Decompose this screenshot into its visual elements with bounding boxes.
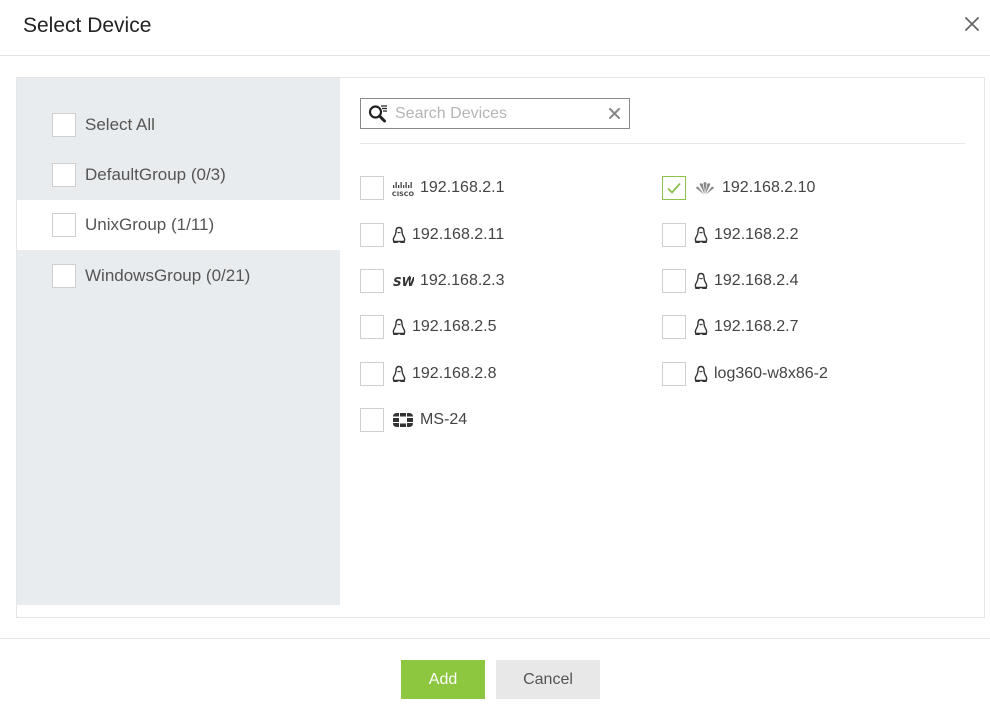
device-item-192-168-2-3[interactable]: SW 192.168.2.3: [360, 268, 505, 294]
device-checkbox[interactable]: [662, 176, 686, 200]
cisco-icon: CISCO: [392, 177, 414, 199]
group-list: Select All DefaultGroup (0/3) UnixGroup …: [17, 78, 340, 605]
device-checkbox[interactable]: [662, 362, 686, 386]
device-label: 192.168.2.8: [412, 365, 497, 382]
linux-icon: [392, 363, 406, 385]
group-item-defaultgroup[interactable]: DefaultGroup (0/3): [17, 150, 340, 200]
device-panel: CISCO 192.168.2.1: [340, 78, 985, 617]
svg-text:CISCO: CISCO: [392, 190, 414, 197]
device-label: 192.168.2.4: [714, 272, 799, 289]
device-label: 192.168.2.11: [412, 226, 505, 243]
group-item-unixgroup[interactable]: UnixGroup (1/11): [17, 200, 340, 250]
device-checkbox[interactable]: [360, 223, 384, 247]
close-button[interactable]: [962, 14, 982, 34]
device-label: 192.168.2.1: [420, 179, 505, 196]
device-item-192-168-2-7[interactable]: 192.168.2.7: [662, 314, 799, 340]
svg-text:SW: SW: [393, 275, 414, 289]
device-item-192-168-2-10[interactable]: 192.168.2.10: [662, 175, 815, 201]
device-item-192-168-2-1[interactable]: CISCO 192.168.2.1: [360, 175, 505, 201]
device-item-log360-w8x86-2[interactable]: log360-w8x86-2: [662, 361, 828, 387]
dialog-header: Select Device: [0, 0, 990, 56]
group-label: WindowsGroup (0/21): [85, 266, 251, 285]
device-item-ms-24[interactable]: MS-24: [360, 407, 467, 433]
dialog-body: Select All DefaultGroup (0/3) UnixGroup …: [16, 77, 985, 618]
linux-icon: [392, 316, 406, 338]
device-item-192-168-2-5[interactable]: 192.168.2.5: [360, 314, 497, 340]
device-item-192-168-2-8[interactable]: 192.168.2.8: [360, 361, 497, 387]
device-label: 192.168.2.7: [714, 318, 799, 335]
device-checkbox[interactable]: [360, 269, 384, 293]
close-icon: [965, 17, 979, 31]
device-checkbox[interactable]: [662, 223, 686, 247]
device-label: 192.168.2.10: [722, 179, 816, 196]
select-all-checkbox[interactable]: [52, 113, 76, 137]
group-checkbox[interactable]: [52, 264, 76, 288]
device-label: 192.168.2.3: [420, 272, 505, 289]
search-icon: [368, 104, 387, 122]
linux-icon: [694, 224, 708, 246]
dialog-title: Select Device: [23, 14, 152, 37]
group-label: DefaultGroup (0/3): [85, 165, 226, 184]
checkmark-icon: [667, 182, 681, 194]
linux-icon: [694, 363, 708, 385]
group-checkbox[interactable]: [52, 163, 76, 187]
group-label: Select All: [85, 115, 155, 134]
search-divider: [360, 143, 965, 144]
clear-search-icon[interactable]: [608, 107, 621, 120]
group-item-select-all[interactable]: Select All: [17, 100, 340, 150]
device-checkbox[interactable]: [360, 408, 384, 432]
device-label: log360-w8x86-2: [714, 365, 828, 382]
device-label: MS-24: [420, 411, 468, 428]
device-item-192-168-2-4[interactable]: 192.168.2.4: [662, 268, 799, 294]
device-item-192-168-2-2[interactable]: 192.168.2.2: [662, 222, 799, 248]
fortinet-icon: [392, 409, 414, 431]
device-checkbox[interactable]: [662, 269, 686, 293]
group-item-windowsgroup[interactable]: WindowsGroup (0/21): [17, 251, 340, 301]
device-checkbox[interactable]: [360, 315, 384, 339]
huawei-icon: [694, 177, 716, 199]
dialog-footer: Add Cancel: [0, 638, 990, 710]
linux-icon: [694, 270, 708, 292]
device-checkbox[interactable]: [360, 362, 384, 386]
device-label: 192.168.2.5: [412, 318, 497, 335]
device-item-192-168-2-11[interactable]: 192.168.2.11: [360, 222, 504, 248]
device-label: 192.168.2.2: [714, 226, 799, 243]
add-button[interactable]: Add: [401, 660, 485, 699]
group-checkbox[interactable]: [52, 213, 76, 237]
device-checkbox[interactable]: [662, 315, 686, 339]
switch-icon: SW: [392, 270, 414, 292]
linux-icon: [392, 224, 406, 246]
device-checkbox[interactable]: [360, 176, 384, 200]
select-device-dialog: Select Device Select All DefaultGroup (0…: [0, 0, 990, 710]
linux-icon: [694, 316, 708, 338]
search-box: [360, 98, 630, 129]
cancel-button[interactable]: Cancel: [496, 660, 600, 699]
search-input[interactable]: [395, 99, 595, 128]
group-label: UnixGroup (1/11): [85, 215, 215, 234]
